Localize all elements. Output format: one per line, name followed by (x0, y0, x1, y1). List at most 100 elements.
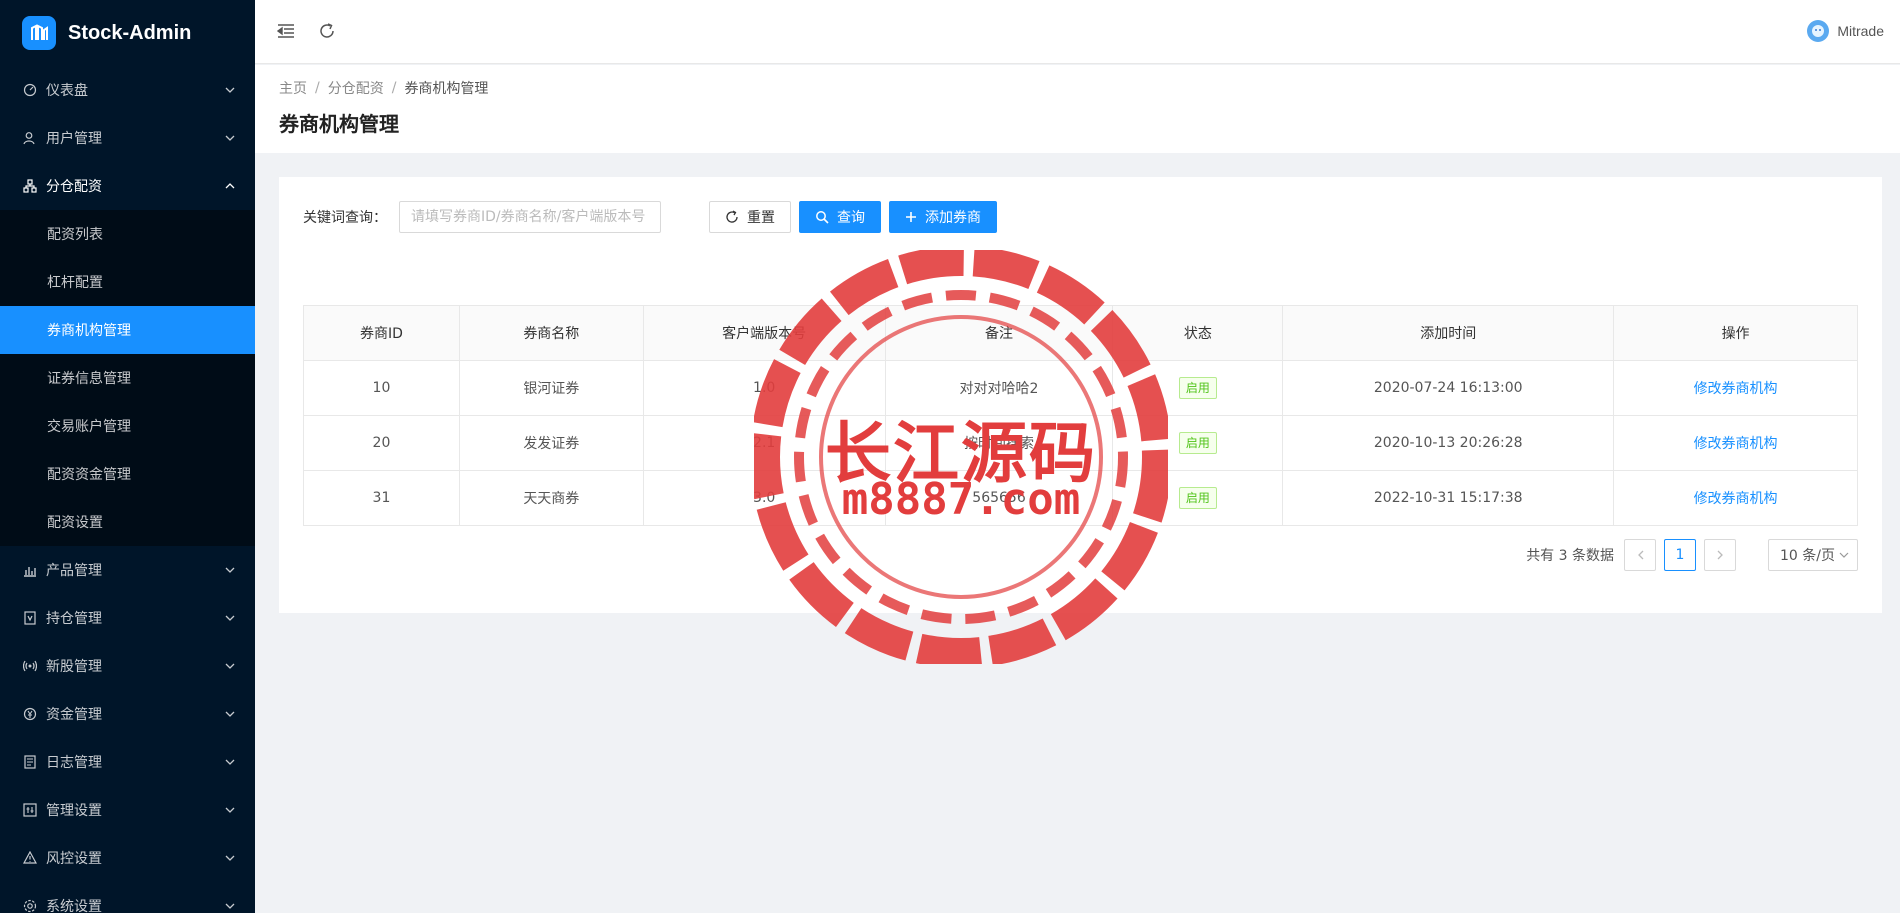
table-header-row: 券商ID 券商名称 客户端版本号 备注 状态 添加时间 操作 (303, 305, 1858, 361)
menu-label: 分仓配资 (46, 179, 102, 195)
user-name: Mitrade (1837, 23, 1884, 39)
cell-broker-id: 31 (303, 470, 460, 526)
page-size-select[interactable]: 10 条/页 (1768, 539, 1858, 571)
col-broker-name: 券商名称 (458, 305, 644, 361)
next-page-button[interactable] (1704, 539, 1736, 571)
cell-actions: 修改券商机构 (1613, 360, 1858, 416)
status-badge: 启用 (1178, 377, 1217, 399)
menu-fold-icon[interactable] (275, 20, 297, 42)
breadcrumb-separator: / (315, 80, 320, 96)
col-broker-id: 券商ID (303, 305, 460, 361)
sidebar-item-broker-management[interactable]: 券商机构管理 (0, 306, 255, 354)
menu-ipo-management[interactable]: 新股管理 (0, 642, 255, 690)
plus-icon (905, 211, 917, 223)
search-button[interactable]: 查询 (799, 201, 881, 233)
sidebar-item-trading-accounts[interactable]: 交易账户管理 (0, 402, 255, 450)
top-header: Mitrade (255, 0, 1900, 64)
money-icon (22, 706, 38, 722)
chevron-left-icon (1637, 550, 1643, 560)
chevron-down-icon (225, 565, 235, 575)
breadcrumb-home[interactable]: 主页 (279, 78, 307, 98)
table-row: 20 发发证券 2.1 按时间搜索 启用 2020-10-13 20:26:28… (303, 415, 1858, 471)
control-icon (22, 802, 38, 818)
warning-icon (22, 850, 38, 866)
cell-added-time: 2020-10-13 20:26:28 (1282, 415, 1615, 471)
edit-broker-link[interactable]: 修改券商机构 (1694, 436, 1778, 452)
sidebar-item-securities-info[interactable]: 证券信息管理 (0, 354, 255, 402)
submenu-sub-allocation: 配资列表 杠杆配置 券商机构管理 证券信息管理 交易账户管理 配资资金管理 配资… (0, 210, 255, 546)
keyword-search-input[interactable] (399, 201, 661, 233)
reload-icon[interactable] (316, 20, 338, 42)
reload-icon (725, 210, 739, 224)
page-1-button[interactable]: 1 (1664, 539, 1696, 571)
table-row: 31 天天商券 3.0 565656 启用 2022-10-31 15:17:3… (303, 470, 1858, 526)
menu-admin-settings[interactable]: 管理设置 (0, 786, 255, 834)
sidebar-item-leverage-config[interactable]: 杠杆配置 (0, 258, 255, 306)
search-icon (815, 210, 829, 224)
sidebar-item-allocation-settings[interactable]: 配资设置 (0, 498, 255, 546)
sidebar-item-allocation-funds[interactable]: 配资资金管理 (0, 450, 255, 498)
menu-sub-allocation[interactable]: 分仓配资 (0, 162, 255, 210)
cell-actions: 修改券商机构 (1613, 415, 1858, 471)
user-menu[interactable]: Mitrade (1807, 20, 1884, 42)
col-actions: 操作 (1613, 305, 1858, 361)
breadcrumb: 主页 / 分仓配资 / 券商机构管理 (279, 78, 488, 98)
menu-fund-management[interactable]: 资金管理 (0, 690, 255, 738)
keyword-label: 关键词查询： (303, 210, 387, 226)
chevron-up-icon (225, 181, 235, 191)
position-icon (22, 610, 38, 626)
menu-system-settings[interactable]: 系统设置 (0, 882, 255, 913)
filter-bar: 关键词查询： 重置 查询 添加券商 (303, 201, 997, 233)
menu-dashboard[interactable]: 仪表盘 (0, 66, 255, 114)
cell-broker-name: 天天商券 (458, 470, 644, 526)
cell-remark: 按时间搜索 (884, 415, 1114, 471)
menu-label: 持仓管理 (46, 611, 102, 627)
cell-actions: 修改券商机构 (1613, 470, 1858, 526)
avatar (1807, 20, 1830, 42)
sidebar-item-allocation-list[interactable]: 配资列表 (0, 210, 255, 258)
menu-position-management[interactable]: 持仓管理 (0, 594, 255, 642)
user-icon (22, 130, 38, 146)
menu-log-management[interactable]: 日志管理 (0, 738, 255, 786)
setting-icon (22, 898, 38, 913)
menu-label: 管理设置 (46, 803, 102, 819)
sidebar: Stock-Admin 仪表盘 用户管理 分仓配资 配资列表 杠杆配置 券商机构… (0, 0, 255, 913)
reset-button[interactable]: 重置 (709, 201, 791, 233)
chevron-down-icon (225, 613, 235, 623)
page-header: 主页 / 分仓配资 / 券商机构管理 券商机构管理 (255, 65, 1900, 153)
cell-broker-name: 发发证券 (458, 415, 644, 471)
chevron-down-icon (225, 133, 235, 143)
broker-table: 券商ID 券商名称 客户端版本号 备注 状态 添加时间 操作 10 银河证券 1… (303, 305, 1858, 526)
logo-icon (22, 16, 56, 50)
menu-label: 日志管理 (46, 755, 102, 771)
edit-broker-link[interactable]: 修改券商机构 (1694, 491, 1778, 507)
breadcrumb-parent[interactable]: 分仓配资 (328, 78, 384, 98)
app-title: Stock-Admin (68, 21, 192, 44)
menu-label: 产品管理 (46, 563, 102, 579)
bar-chart-icon (22, 562, 38, 578)
menu-user-management[interactable]: 用户管理 (0, 114, 255, 162)
dashboard-icon (22, 82, 38, 98)
menu-risk-settings[interactable]: 风控设置 (0, 834, 255, 882)
breadcrumb-current: 券商机构管理 (404, 81, 489, 97)
cell-client-version: 3.0 (642, 470, 886, 526)
edit-broker-link[interactable]: 修改券商机构 (1694, 381, 1778, 397)
chevron-down-icon (225, 85, 235, 95)
prev-page-button[interactable] (1624, 539, 1656, 571)
chevron-down-icon (225, 853, 235, 863)
cell-client-version: 1.0 (642, 360, 886, 416)
signal-icon (22, 658, 38, 674)
cell-status: 启用 (1112, 470, 1284, 526)
add-broker-button[interactable]: 添加券商 (889, 201, 997, 233)
menu-label: 用户管理 (46, 131, 102, 147)
menu-label: 资金管理 (46, 707, 102, 723)
status-badge: 启用 (1178, 432, 1217, 454)
col-added-time: 添加时间 (1282, 305, 1615, 361)
menu-label: 系统设置 (46, 899, 102, 913)
cell-status: 启用 (1112, 360, 1284, 416)
chevron-down-icon (225, 901, 235, 911)
logo[interactable]: Stock-Admin (0, 0, 255, 66)
cluster-icon (22, 178, 38, 194)
menu-product-management[interactable]: 产品管理 (0, 546, 255, 594)
chevron-down-icon (225, 661, 235, 671)
